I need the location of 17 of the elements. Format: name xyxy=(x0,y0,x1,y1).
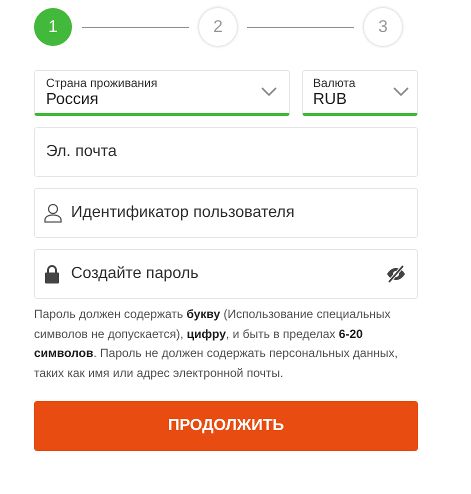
field-value: RUB xyxy=(313,90,348,108)
password-hint: Пароль должен содержать букву (Использование специальных символов не допускается), цифру, и быть в пределах 6-20 символов. Пароль не должен содержать персональных данных, таких как имя или адрес электронной почты. xyxy=(34,306,399,382)
input-field[interactable]: Идентификатор пользователя xyxy=(34,188,418,238)
step-indicator: 2 xyxy=(199,8,237,46)
input-field[interactable]: Создайте пароль xyxy=(34,249,418,299)
eye-off-icon[interactable] xyxy=(386,265,406,283)
step-indicator: 1 xyxy=(34,8,72,46)
input-field[interactable]: Эл. почта xyxy=(34,127,418,177)
continue-button[interactable]: ПРОДОЛЖИТЬ xyxy=(34,401,418,451)
chevron-down-icon xyxy=(393,87,409,97)
dropdown-field[interactable]: Валюта RUB xyxy=(302,70,418,116)
field-label: Валюта xyxy=(313,76,356,90)
field-label: Страна проживания xyxy=(46,76,158,90)
dropdown-field[interactable]: Страна проживания Россия xyxy=(34,70,290,116)
chevron-down-icon xyxy=(261,87,277,97)
field-value: Россия xyxy=(46,90,100,108)
step-indicator: 3 xyxy=(364,8,402,46)
